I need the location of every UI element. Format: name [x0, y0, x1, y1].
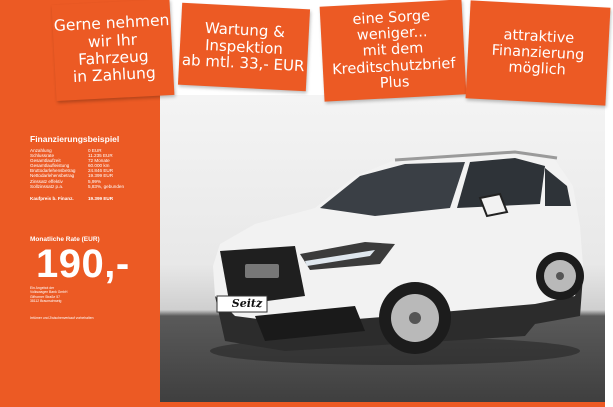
banner-trade-in: Gerne nehmen wir Ihr Fahrzeug in Zahlung [51, 0, 175, 102]
banner-maintenance-line: ab mtl. 33,- EUR [181, 51, 305, 76]
purchase-price-label: Kaufpreis b. Finanz. [30, 195, 74, 201]
banner-credit-protection: eine Sorge weniger... mit dem Kreditschu… [319, 0, 467, 102]
car-image [210, 150, 584, 365]
ad-image: Seitz Gerne nehmen wir Ihr Fahrzeug in Z… [0, 0, 613, 407]
banner-trade-in-line: in Zahlung [72, 64, 157, 87]
financing-row-value: 5,83%, gebunden [88, 183, 125, 189]
banner-maintenance: Wartung & Inspektion ab mtl. 33,- EUR [177, 2, 311, 92]
financing-table: Anzahlung 0 EUR Schlussrate 11.235 EUR Ges… [30, 148, 158, 189]
bottom-accent-strip [160, 402, 605, 407]
bank-info-line: 38112 Braunschweig [30, 298, 62, 303]
purchase-price-value: 19.399 EUR [88, 195, 114, 201]
financing-example: Finanzierungsbeispiel Anzahlung 0 EUR Sch… [30, 134, 158, 201]
financing-row-label: Sollzinssatz p.a. [30, 183, 64, 189]
right-margin [605, 95, 613, 407]
financing-title: Finanzierungsbeispiel [30, 134, 120, 144]
monthly-rate-value: 190,- [36, 242, 130, 286]
disclaimer-note: Irrtümer und Zwischenverkauf vorbehalten [30, 316, 94, 320]
financing-row: Sollzinssatz p.a. 5,83%, gebunden [30, 184, 158, 189]
banner-financing: attraktive Finanzierung möglich [465, 0, 611, 106]
bank-info: Ein Angebot der Volkswagen Bank GmbH Gif… [30, 286, 130, 303]
license-plate-text: Seitz [231, 297, 263, 310]
purchase-price-row: Kaufpreis b. Finanz. 19.399 EUR [30, 196, 158, 201]
